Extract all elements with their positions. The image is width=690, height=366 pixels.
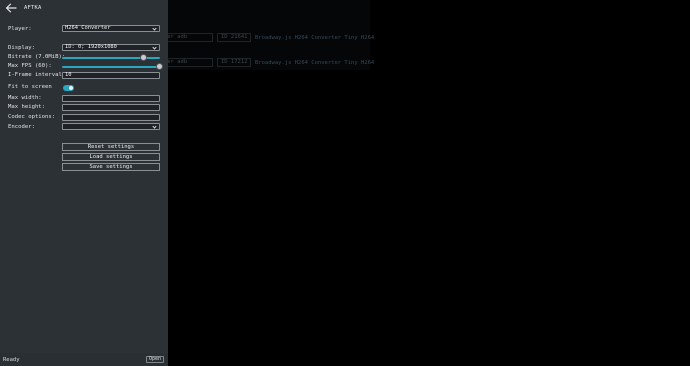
max-fps-label: Max FPS (60):: [8, 63, 52, 69]
back-arrow-icon[interactable]: [5, 3, 17, 13]
settings-panel: AFTKA Player: H264 Converter Display: ID…: [0, 0, 168, 366]
display-select-value: ID: 0; 1920x1080: [65, 44, 117, 50]
device-player-list: Broadway.js H264 Converter Tiny H264: [255, 34, 375, 41]
device-title: AFTKA: [24, 5, 42, 11]
device-player-list: Broadway.js H264 Converter Tiny H264: [255, 59, 375, 66]
encoder-label: Encoder:: [8, 124, 35, 130]
fit-to-screen-label: Fit to screen: [8, 84, 52, 90]
iframe-interval-label: I-Frame interval:: [8, 72, 66, 78]
bitrate-slider-thumb[interactable]: [140, 54, 148, 61]
display-label: Display:: [8, 45, 35, 51]
player-select[interactable]: H264 Converter: [62, 25, 160, 32]
panel-header: AFTKA: [0, 0, 168, 16]
device-pid: ID 17212: [217, 58, 251, 67]
max-width-label: Max width:: [8, 95, 42, 101]
encoder-select[interactable]: [62, 123, 160, 130]
save-settings-button[interactable]: Save settings: [62, 163, 160, 171]
max-height-label: Max height:: [8, 104, 46, 110]
max-fps-slider-thumb[interactable]: [156, 63, 163, 70]
max-height-input[interactable]: [62, 104, 160, 111]
reset-settings-button[interactable]: Reset settings: [62, 143, 160, 151]
max-fps-slider[interactable]: [62, 63, 163, 70]
device-pid: ID 21641: [217, 33, 251, 42]
status-text: Ready: [3, 357, 20, 363]
chevron-down-icon: [152, 26, 157, 31]
status-bar: [0, 353, 168, 366]
fit-to-screen-toggle[interactable]: [63, 85, 74, 91]
player-select-value: H264 Converter: [65, 25, 111, 31]
toggle-knob: [69, 86, 73, 90]
chevron-down-icon: [152, 124, 157, 129]
max-width-input[interactable]: [62, 95, 160, 102]
display-select[interactable]: ID: 0; 1920x1080: [62, 44, 160, 51]
background-device-row: ver adb ID 17212 Broadway.js H264 Conver…: [160, 58, 374, 67]
iframe-interval-input[interactable]: 10: [62, 72, 160, 79]
codec-options-input[interactable]: [62, 114, 160, 121]
player-label: Player:: [8, 26, 32, 32]
background-device-row: ver adb ID 21641 Broadway.js H264 Conver…: [160, 33, 374, 42]
max-fps-slider-track: [62, 66, 160, 68]
bitrate-label: Bitrate (7.0MiB):: [8, 54, 66, 60]
bitrate-slider[interactable]: [62, 54, 160, 61]
codec-options-label: Codec options:: [8, 114, 56, 120]
load-settings-button[interactable]: Load settings: [62, 153, 160, 161]
chevron-down-icon: [152, 45, 157, 50]
open-button[interactable]: Open: [146, 356, 164, 363]
